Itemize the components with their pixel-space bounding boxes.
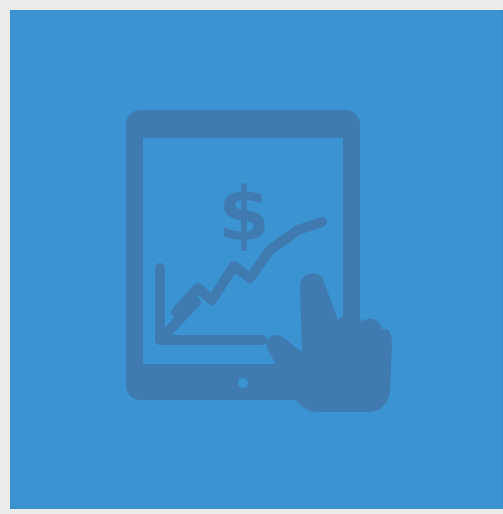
dollar-sign-icon: $ xyxy=(218,172,270,258)
tablet-growth-chart-touch-icon: $ xyxy=(0,0,503,509)
svg-text:$: $ xyxy=(218,172,270,258)
page-background: $ xyxy=(0,0,503,509)
